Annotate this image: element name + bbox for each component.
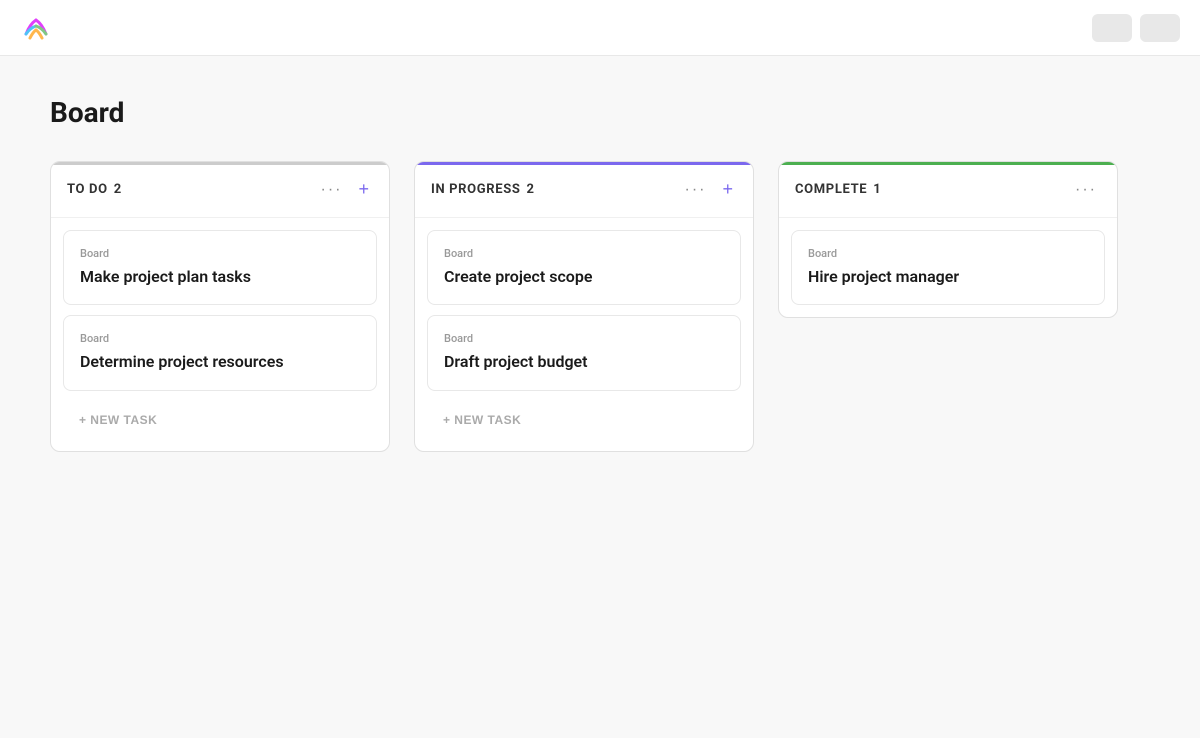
column-count-inprogress: 2: [527, 182, 534, 197]
column-more-button-inprogress[interactable]: [681, 179, 711, 201]
column-body-inprogress: Board Create project scope Board Draft proj…: [415, 218, 753, 451]
column-more-button-complete[interactable]: [1071, 179, 1101, 201]
column-body-todo: Board Make project plan tasks Board Determi…: [51, 218, 389, 451]
card-label: Board: [80, 332, 360, 345]
card-title: Hire project manager: [808, 266, 1088, 288]
column-title-inprogress: IN PROGRESS: [431, 182, 521, 197]
column-complete: COMPLETE 1 Board Hire project manager: [778, 161, 1118, 318]
column-actions-todo: [317, 177, 374, 202]
card-label: Board: [80, 247, 360, 260]
column-title-complete: COMPLETE: [795, 182, 867, 197]
column-header-inprogress: IN PROGRESS 2: [415, 162, 753, 218]
column-actions-complete: [1071, 179, 1101, 201]
board: TO DO 2 Board Make project plan tasks Board D…: [50, 161, 1150, 452]
card-title: Create project scope: [444, 266, 724, 288]
nav-right: [1092, 14, 1180, 42]
column-count-complete: 1: [873, 182, 880, 197]
card[interactable]: Board Draft project budget: [427, 315, 741, 390]
column-add-button-todo[interactable]: [354, 177, 373, 202]
page-title: Board: [50, 96, 1150, 129]
card-label: Board: [444, 332, 724, 345]
column-more-button-todo[interactable]: [317, 179, 347, 201]
column-body-complete: Board Hire project manager: [779, 218, 1117, 317]
card[interactable]: Board Hire project manager: [791, 230, 1105, 305]
column-title-todo: TO DO: [67, 182, 108, 197]
column-actions-inprogress: [681, 177, 738, 202]
column-header-complete: COMPLETE 1: [779, 162, 1117, 218]
card-title: Determine project resources: [80, 351, 360, 373]
column-header-todo: TO DO 2: [51, 162, 389, 218]
card[interactable]: Board Determine project resources: [63, 315, 377, 390]
main-content: Board TO DO 2 Board Make project plan tasks…: [0, 56, 1200, 492]
logo-icon: [20, 12, 52, 44]
card-label: Board: [444, 247, 724, 260]
navbar: [0, 0, 1200, 56]
column-inprogress: IN PROGRESS2BoardCreate project scopeBoa…: [414, 161, 754, 452]
card-title: Draft project budget: [444, 351, 724, 373]
card[interactable]: Board Make project plan tasks: [63, 230, 377, 305]
nav-button-1[interactable]: [1092, 14, 1132, 42]
new-task-button-inprogress[interactable]: + NEW TASK: [427, 401, 741, 439]
card-title: Make project plan tasks: [80, 266, 360, 288]
card-label: Board: [808, 247, 1088, 260]
nav-button-2[interactable]: [1140, 14, 1180, 42]
new-task-button-todo[interactable]: + NEW TASK: [63, 401, 377, 439]
column-add-button-inprogress[interactable]: [718, 177, 737, 202]
column-todo: TO DO 2 Board Make project plan tasks Board D…: [50, 161, 390, 452]
card[interactable]: Board Create project scope: [427, 230, 741, 305]
column-count-todo: 2: [114, 182, 121, 197]
